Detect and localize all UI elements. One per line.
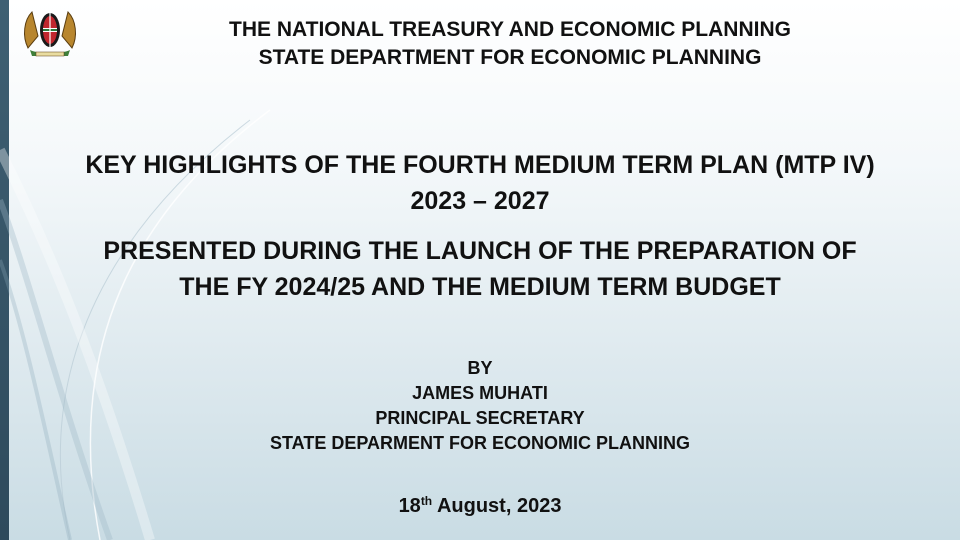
presentation-subtitle: PRESENTED DURING THE LAUNCH OF THE PREPA… <box>10 233 950 305</box>
date-day: 18 <box>398 495 421 517</box>
presenter-department: STATE DEPARMENT FOR ECONOMIC PLANNING <box>270 433 690 453</box>
header-department-name: STATE DEPARTMENT FOR ECONOMIC PLANNING <box>258 46 762 69</box>
organization-header: THE NATIONAL TREASURY AND ECONOMIC PLANN… <box>120 16 900 72</box>
presenter-by-label: BY <box>467 358 493 378</box>
title-period-line: 2023 – 2027 <box>410 187 550 215</box>
date-day-suffix: th <box>420 494 433 508</box>
presentation-date: 18th August, 2023 <box>180 487 780 520</box>
presenter-block: BY JAMES MUHATI PRINCIPAL SECRETARY STAT… <box>180 356 780 456</box>
presenter-name: JAMES MUHATI <box>412 383 548 403</box>
date-month-year: August, 2023 <box>432 495 562 517</box>
subtitle-line-2: THE FY 2024/25 AND THE MEDIUM TERM BUDGE… <box>179 273 781 301</box>
kenya-coat-of-arms-icon <box>24 10 76 57</box>
presenter-role: PRINCIPAL SECRETARY <box>375 408 585 428</box>
title-main-line: KEY HIGHLIGHTS OF THE FOURTH MEDIUM TERM… <box>85 151 875 179</box>
presentation-title: KEY HIGHLIGHTS OF THE FOURTH MEDIUM TERM… <box>10 147 950 219</box>
header-ministry-name: THE NATIONAL TREASURY AND ECONOMIC PLANN… <box>229 18 791 41</box>
subtitle-line-1: PRESENTED DURING THE LAUNCH OF THE PREPA… <box>103 237 857 265</box>
